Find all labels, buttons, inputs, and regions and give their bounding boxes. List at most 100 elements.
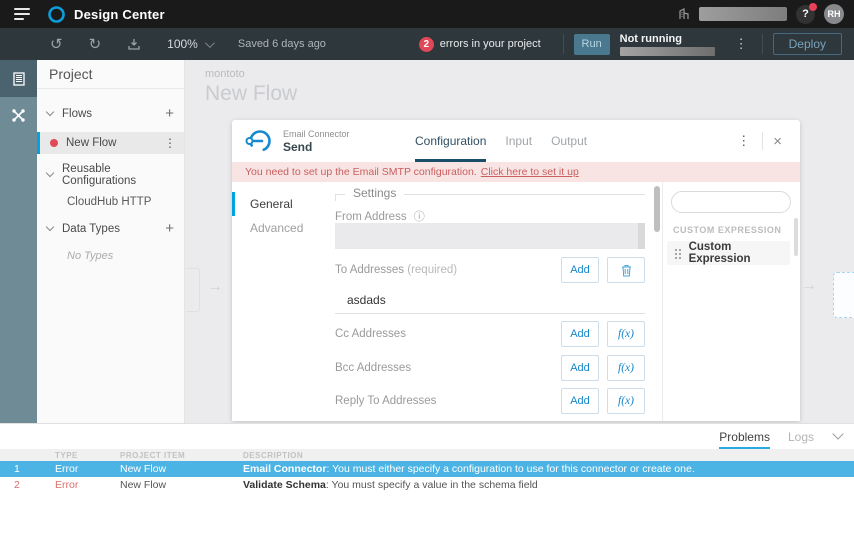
error-dot-icon [50,139,58,147]
row-number: 2 [14,479,20,491]
flow-node-partial[interactable] [186,268,200,312]
required-hint: (required) [407,264,458,276]
tree-item-cloudhub-http[interactable]: CloudHub HTTP [37,191,184,212]
new-flow-label: New Flow [66,137,117,149]
delete-to-address-button[interactable] [607,257,645,283]
avatar[interactable]: RH [824,4,844,24]
zoom-level: 100% [167,37,198,51]
nav-general[interactable]: General [232,192,332,216]
left-rail [0,60,37,423]
drag-handle-icon[interactable] [674,247,681,259]
tree-section-data-types[interactable]: Data Types + [37,218,184,239]
run-options-kebab-icon[interactable]: ⋮ [731,36,752,52]
tab-output[interactable]: Output [551,120,587,162]
smtp-warning-banner: You need to set up the Email SMTP config… [232,162,800,182]
tree-section-flows[interactable]: Flows + [37,103,184,124]
notification-dot [809,2,817,11]
cc-addresses-row: Cc Addresses Add f(x) [335,319,645,349]
app-title: Design Center [74,6,165,22]
no-types-placeholder: No Types [37,245,184,266]
flow-canvas: montoto New Flow → → Email Connector Sen… [185,60,854,423]
collapse-panel-icon[interactable] [832,428,844,440]
cc-expression-button[interactable]: f(x) [607,321,645,347]
help-button[interactable]: ? [796,2,817,24]
row-project-item: New Flow [120,479,167,491]
row-number: 1 [14,463,20,475]
deploy-button[interactable]: Deploy [772,33,842,55]
dialog-kebab-icon[interactable]: ⋮ [729,133,758,149]
undo-icon[interactable]: ↺ [50,37,63,52]
redo-icon[interactable]: ↻ [89,37,102,52]
add-flow-button[interactable]: + [165,106,174,121]
add-reply-to-address-button[interactable]: Add [561,388,599,414]
tools-icon [12,109,25,122]
banner-setup-link[interactable]: Click here to set it up [481,166,579,178]
no-types-label: No Types [67,249,114,262]
form-scrollbar[interactable] [654,186,660,417]
project-panel: Project Flows + New Flow ⋮ Reusable Conf… [37,60,185,423]
tab-problems[interactable]: Problems [719,424,770,449]
column-type: TYPE [55,450,78,460]
page-title: New Flow [205,82,298,105]
problem-row[interactable]: 1 Error New Flow Email Connector: You mu… [0,461,854,477]
hamburger-menu-icon[interactable] [14,8,30,20]
add-bcc-address-button[interactable]: Add [561,355,599,381]
palette-search-input[interactable] [671,191,791,213]
custom-expression-item[interactable]: Custom Expression [667,241,790,265]
flow-node-email-send[interactable] [833,272,854,318]
tab-input[interactable]: Input [505,120,532,162]
bcc-expression-button[interactable]: f(x) [607,355,645,381]
design-center-app: Design Center ? RH ↺ ↻ 100% Saved 6 days… [0,0,854,541]
toolbar: ↺ ↻ 100% Saved 6 days ago 2 errors in yo… [0,28,854,60]
tree-section-reusable-configurations[interactable]: Reusable Configurations [37,163,184,187]
problems-tabs: Problems Logs [0,424,854,449]
tab-configuration[interactable]: Configuration [415,120,487,162]
error-count-badge[interactable]: 2 [418,36,434,52]
from-address-label: From Address ⓘ [335,208,425,224]
settings-legend: Settings [345,186,405,200]
tree-item-new-flow[interactable]: New Flow ⋮ [37,132,184,154]
row-type: Error [55,463,79,475]
rail-project-explorer[interactable] [0,60,37,97]
email-connector-icon [245,130,271,152]
reply-to-expression-button[interactable]: f(x) [607,388,645,414]
flow-options-kebab-icon[interactable]: ⋮ [164,136,176,150]
bcc-addresses-row: Bcc Addresses Add f(x) [335,353,645,383]
rail-tools[interactable] [0,97,37,134]
run-status-label: Not running [619,32,682,45]
breadcrumb[interactable]: montoto [205,68,245,80]
to-addresses-label: To Addresses (required) [335,264,458,276]
cloudhub-http-label: CloudHub HTTP [67,195,152,208]
reply-to-addresses-label: Reply To Addresses [335,395,437,407]
problem-row[interactable]: 2 Error New Flow Validate Schema: You mu… [0,477,854,493]
chevron-down-icon [204,37,215,48]
palette-scrollbar[interactable] [794,218,798,256]
from-address-field[interactable] [335,223,645,249]
row-description: Email Connector: You must either specify… [243,463,695,475]
dialog-body: General Advanced Settings From Address ⓘ… [232,182,800,421]
to-addresses-row: To Addresses (required) Add [335,256,645,284]
settings-form: Settings From Address ⓘ To Addresses (re… [335,182,645,421]
nav-advanced[interactable]: Advanced [232,216,332,240]
run-button[interactable]: Run [573,33,610,55]
mulesoft-logo-icon [48,5,65,23]
add-data-type-button[interactable]: + [165,221,174,236]
info-icon[interactable]: ⓘ [414,211,425,223]
document-icon [12,71,25,86]
error-count-label: errors in your project [439,38,541,50]
masked-run-target [619,46,715,56]
add-cc-address-button[interactable]: Add [561,321,599,347]
palette-section-header: CUSTOM EXPRESSION [673,225,782,235]
problems-table-header: TYPE PROJECT ITEM DESCRIPTION [0,449,854,461]
flow-arrow-icon: → [801,277,817,294]
zoom-control[interactable]: 100% [167,37,215,51]
to-address-input[interactable] [335,286,645,314]
email-send-dialog: Email Connector Send Configuration Input… [232,120,800,421]
flows-label: Flows [62,107,93,120]
add-to-address-button[interactable]: Add [561,257,599,283]
export-icon[interactable] [127,37,141,51]
row-type: Error [55,479,79,491]
problems-panel: Problems Logs TYPE PROJECT ITEM DESCRIPT… [0,423,854,541]
close-icon[interactable]: × [767,133,788,150]
tab-logs[interactable]: Logs [788,424,814,449]
